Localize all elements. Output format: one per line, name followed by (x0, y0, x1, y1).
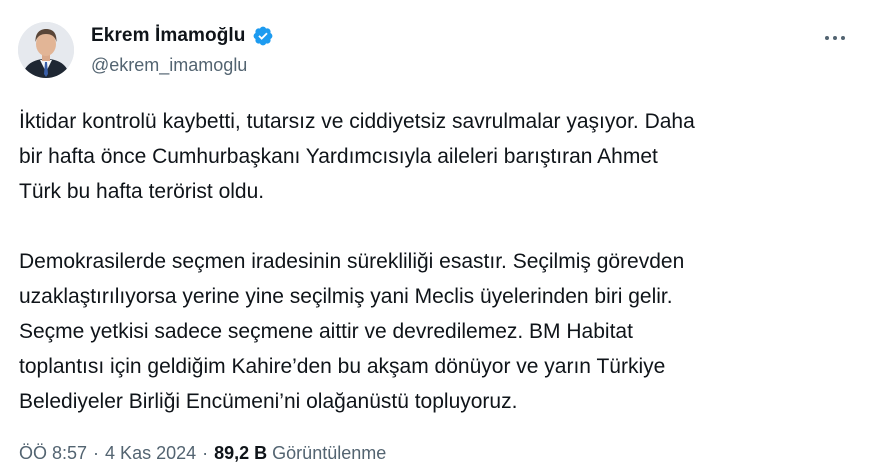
more-dot (841, 36, 845, 40)
tweet-time[interactable]: ÖÖ 8:57 (19, 443, 87, 464)
verified-badge-icon[interactable] (252, 25, 274, 47)
tweet-date[interactable]: 4 Kas 2024 (105, 443, 196, 464)
tweet-meta: ÖÖ 8:57 · 4 Kas 2024 · 89,2 B Görüntülen… (19, 443, 386, 464)
views-label: Görüntülenme (272, 443, 387, 463)
more-dot (825, 36, 829, 40)
profile-avatar[interactable] (18, 22, 74, 78)
tweet-card: Ekrem İmamoğlu @ekrem_imamoglu İktidar k… (0, 0, 872, 470)
more-dot (833, 36, 837, 40)
tweet-paragraph: Demokrasilerde seçmen iradesinin sürekli… (19, 250, 685, 413)
author-handle[interactable]: @ekrem_imamoglu (91, 55, 247, 76)
more-options-icon[interactable] (820, 28, 850, 48)
tweet-paragraph: İktidar kontrolü kaybetti, tutarsız ve c… (19, 110, 695, 203)
author-name-row: Ekrem İmamoğlu (91, 25, 274, 47)
tweet-text: İktidar kontrolü kaybetti, tutarsız ve c… (19, 104, 849, 419)
meta-separator: · (202, 443, 209, 463)
meta-separator: · (93, 443, 100, 463)
author-display-name[interactable]: Ekrem İmamoğlu (91, 25, 246, 47)
views-count: 89,2 B (214, 443, 268, 463)
